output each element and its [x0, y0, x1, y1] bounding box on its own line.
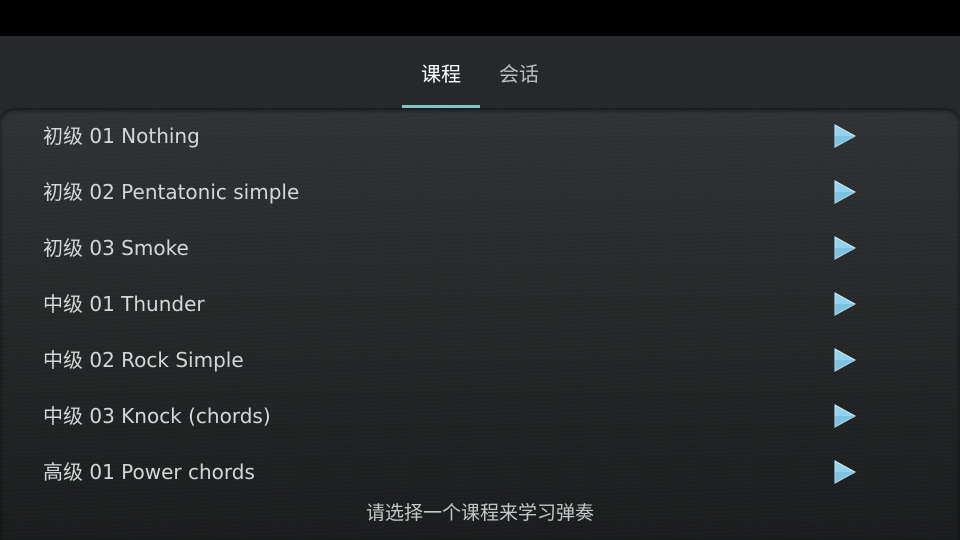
hint-text: 请选择一个课程来学习弹奏 [365, 502, 594, 524]
tab-sessions[interactable]: 会话 [480, 36, 558, 108]
play-icon[interactable] [834, 460, 856, 484]
play-icon[interactable] [834, 292, 856, 316]
lesson-row-beginner-02[interactable]: 初级 02 Pentatonic simple [0, 164, 960, 220]
lesson-label: 初级 01 Nothing [43, 124, 200, 148]
play-icon[interactable] [834, 348, 856, 372]
lesson-row-beginner-01[interactable]: 初级 01 Nothing [0, 108, 960, 164]
lesson-row-beginner-03[interactable]: 初级 03 Smoke [0, 220, 960, 276]
play-icon[interactable] [834, 236, 856, 260]
status-bar [0, 0, 960, 36]
lesson-row-intermediate-02[interactable]: 中级 02 Rock Simple [0, 332, 960, 388]
play-icon[interactable] [834, 404, 856, 428]
lesson-row-advanced-01[interactable]: 高级 01 Power chords [0, 444, 960, 500]
lesson-list[interactable]: 初级 01 Nothing 初级 02 Pentatonic simple 初级… [0, 108, 960, 540]
lesson-label: 中级 01 Thunder [43, 292, 205, 316]
lesson-label: 中级 02 Rock Simple [43, 348, 244, 372]
play-icon[interactable] [834, 124, 856, 148]
app-body: 课程 会话 初级 01 Nothing 初级 02 Pentatonic sim… [0, 36, 960, 540]
lesson-label: 初级 02 Pentatonic simple [43, 180, 300, 204]
lesson-label: 中级 03 Knock (chords) [43, 404, 271, 428]
lesson-row-intermediate-01[interactable]: 中级 01 Thunder [0, 276, 960, 332]
lesson-row-intermediate-03[interactable]: 中级 03 Knock (chords) [0, 388, 960, 444]
app-screen: 课程 会话 初级 01 Nothing 初级 02 Pentatonic sim… [0, 0, 960, 540]
play-icon[interactable] [834, 180, 856, 204]
tab-lessons[interactable]: 课程 [402, 36, 480, 108]
tab-bar: 课程 会话 [0, 36, 960, 108]
lesson-label: 初级 03 Smoke [43, 236, 189, 260]
lesson-label: 高级 01 Power chords [43, 460, 255, 484]
